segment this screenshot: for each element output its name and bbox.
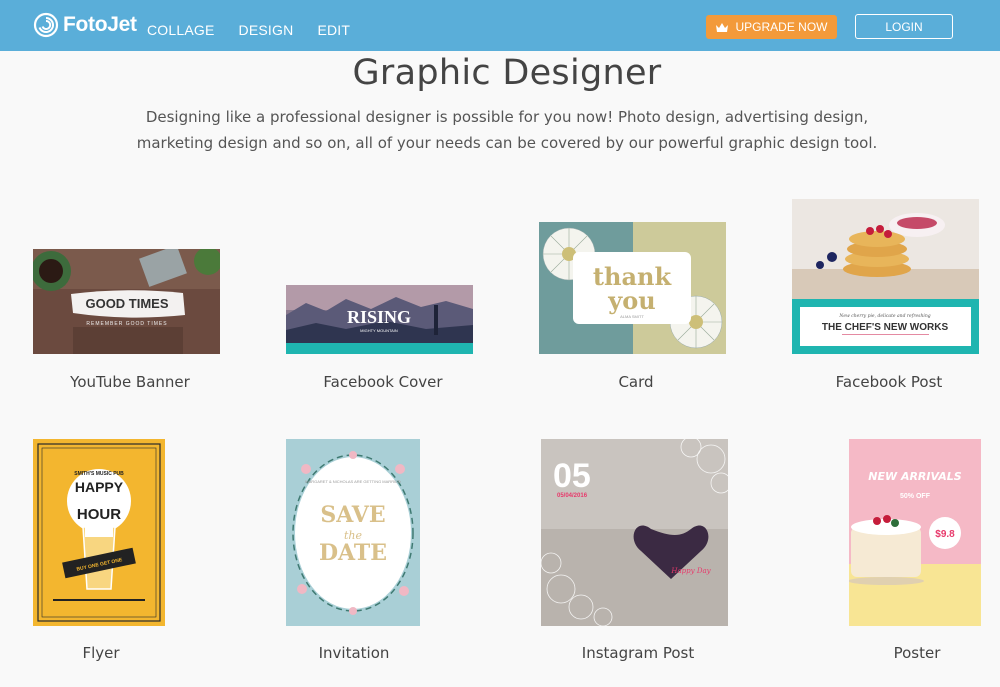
flyer-thumbnail: SMITH'S MUSIC PUB HAPPY HOUR BUY ONE GET… bbox=[33, 439, 165, 626]
login-button[interactable]: LOGIN bbox=[855, 14, 953, 39]
spiral-logo-icon bbox=[33, 12, 59, 38]
facebook-post-subtext: New cherry pie, delicate and refreshing bbox=[838, 313, 930, 319]
facebook-cover-subtext: MIGHTY MOUNTAIN bbox=[360, 328, 398, 333]
youtube-banner-label[interactable]: YouTube Banner bbox=[30, 373, 230, 391]
instagram-post-script: Happy Day bbox=[670, 567, 711, 575]
nav-design[interactable]: DESIGN bbox=[239, 22, 294, 38]
youtube-banner-thumbnail: GOOD TIMES REMEMBER GOOD TIMES bbox=[33, 249, 220, 354]
poster-price: $9.8 bbox=[935, 529, 955, 540]
invitation-text-save: SAVE bbox=[320, 502, 385, 528]
instagram-post-date: 05/04/2016 bbox=[557, 493, 588, 499]
facebook-cover-label[interactable]: Facebook Cover bbox=[283, 373, 483, 391]
instagram-post-template[interactable]: 05 05/04/2016 Happy Day bbox=[541, 439, 728, 626]
facebook-cover-template[interactable]: RISING MIGHTY MOUNTAIN bbox=[286, 285, 473, 354]
crown-icon bbox=[716, 22, 729, 32]
facebook-post-thumbnail: New cherry pie, delicate and refreshing … bbox=[792, 199, 979, 354]
card-template[interactable]: thank you ALMA SMITT bbox=[539, 222, 726, 354]
card-thumbnail: thank you ALMA SMITT bbox=[539, 222, 726, 354]
upgrade-now-button[interactable]: UPGRADE NOW bbox=[706, 15, 837, 39]
invitation-subtext: MARGARET & NICHOLAS ARE GETTING MARRIED bbox=[305, 479, 401, 484]
nav-edit[interactable]: EDIT bbox=[317, 22, 350, 38]
instagram-post-label[interactable]: Instagram Post bbox=[538, 644, 738, 662]
brand-name: FotoJet bbox=[63, 13, 137, 36]
youtube-banner-subtext: REMEMBER GOOD TIMES bbox=[86, 321, 167, 327]
invitation-text-date: DATE bbox=[319, 540, 387, 566]
top-navigation-bar: FotoJet COLLAGE DESIGN EDIT UPGRADE NOW … bbox=[0, 0, 1000, 51]
page-description: Designing like a professional designer i… bbox=[136, 108, 878, 152]
facebook-post-text: THE CHEF'S NEW WORKS bbox=[822, 322, 949, 333]
poster-template[interactable]: NEW ARRIVALS 50% OFF $9.8 bbox=[849, 439, 981, 626]
youtube-banner-text: GOOD TIMES bbox=[85, 296, 168, 311]
facebook-cover-text: RISING bbox=[347, 307, 411, 327]
instagram-post-thumbnail: 05 05/04/2016 Happy Day bbox=[541, 439, 728, 626]
facebook-cover-thumbnail: RISING MIGHTY MOUNTAIN bbox=[286, 285, 473, 354]
page-title: Graphic Designer bbox=[352, 53, 662, 93]
poster-subtext: 50% OFF bbox=[900, 493, 931, 500]
card-subtext: ALMA SMITT bbox=[620, 314, 644, 319]
card-label[interactable]: Card bbox=[536, 373, 736, 391]
flyer-text-happy: HAPPY bbox=[75, 479, 124, 495]
flyer-template[interactable]: SMITH'S MUSIC PUB HAPPY HOUR BUY ONE GET… bbox=[33, 439, 165, 626]
poster-thumbnail: NEW ARRIVALS 50% OFF $9.8 bbox=[849, 439, 981, 626]
flyer-text-hour: HOUR bbox=[77, 506, 121, 523]
youtube-banner-template[interactable]: GOOD TIMES REMEMBER GOOD TIMES bbox=[33, 249, 220, 354]
poster-text: NEW ARRIVALS bbox=[868, 470, 962, 483]
card-text-you: you bbox=[607, 286, 655, 315]
flyer-subtext: SMITH'S MUSIC PUB bbox=[74, 471, 124, 477]
facebook-post-label[interactable]: Facebook Post bbox=[789, 373, 989, 391]
invitation-template[interactable]: MARGARET & NICHOLAS ARE GETTING MARRIED … bbox=[286, 439, 420, 626]
invitation-label[interactable]: Invitation bbox=[254, 644, 454, 662]
fotojet-logo[interactable]: FotoJet bbox=[33, 12, 137, 38]
upgrade-label: UPGRADE NOW bbox=[735, 20, 828, 34]
poster-label[interactable]: Poster bbox=[817, 644, 1000, 662]
invitation-thumbnail: MARGARET & NICHOLAS ARE GETTING MARRIED … bbox=[286, 439, 420, 626]
facebook-post-template[interactable]: New cherry pie, delicate and refreshing … bbox=[792, 199, 979, 354]
instagram-post-number: 05 bbox=[553, 457, 591, 495]
flyer-label[interactable]: Flyer bbox=[1, 644, 201, 662]
nav-collage[interactable]: COLLAGE bbox=[147, 22, 215, 38]
main-nav: COLLAGE DESIGN EDIT bbox=[147, 22, 374, 38]
